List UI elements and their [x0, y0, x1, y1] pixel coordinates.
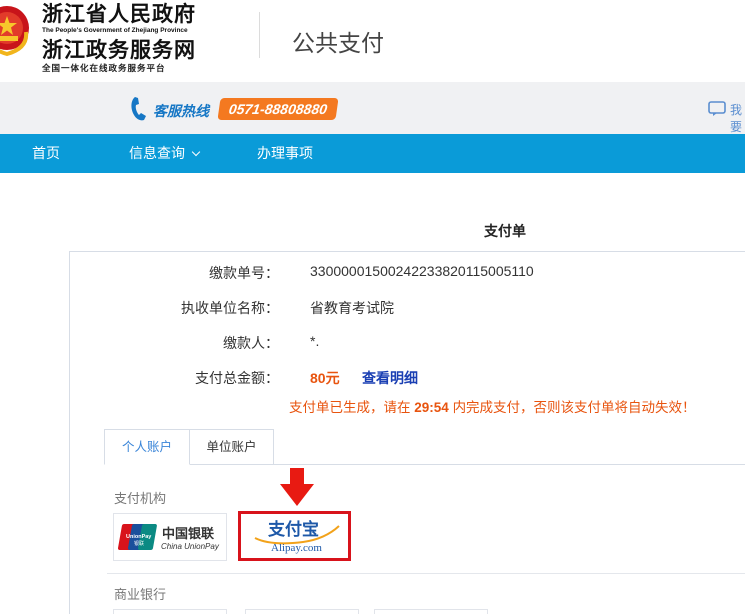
total-amount-label: 支付总金额：	[195, 370, 279, 386]
total-amount-value: 80元	[310, 370, 340, 386]
bank-option[interactable]	[374, 609, 488, 614]
alipay-logo-icon: 支付宝 Alipay.com	[254, 519, 340, 554]
payer-value: *.	[310, 333, 320, 349]
section-divider	[107, 573, 745, 574]
nav-item-matters[interactable]: 办理事项	[257, 134, 313, 173]
nav-item-home[interactable]: 首页	[32, 134, 60, 173]
chevron-down-icon	[191, 147, 201, 157]
unionpay-zh: 中国银联	[162, 526, 214, 542]
unionpay-logo-icon: UnionPay 银联 中国银联 China UnionPay	[117, 524, 220, 551]
tab-personal-account[interactable]: 个人账户	[104, 429, 190, 465]
hotline-label: 客服热线	[153, 103, 209, 119]
brand-english: The People's Government of Zhejiang Prov…	[42, 27, 188, 34]
institutions-label: 支付机构	[114, 491, 167, 506]
main-navbar: 首页 信息查询 办理事项	[0, 134, 745, 173]
hotline-number: 0571-88808880	[217, 98, 339, 120]
alipay-zh: 支付宝	[268, 519, 319, 540]
svg-text:银联: 银联	[134, 540, 144, 547]
arrow-down-icon	[280, 468, 314, 506]
payment-number-label: 缴款单号：	[209, 265, 279, 281]
payment-notice: 支付单已生成，请在 29:54 内完成支付，否则该支付单将自动失效！	[289, 396, 696, 416]
header-divider	[259, 12, 260, 58]
notice-suffix: 内完成支付，否则该支付单将自动失效！	[452, 400, 696, 415]
payment-number-value: 330000015002422338201150051​10	[310, 263, 534, 279]
alipay-option[interactable]: 支付宝 Alipay.com	[238, 511, 351, 561]
nav-item-label: 信息查询	[129, 145, 185, 161]
nav-item-label: 办理事项	[257, 145, 313, 161]
nav-item-label: 首页	[32, 145, 60, 161]
bank-option[interactable]	[113, 609, 227, 614]
hotline-bar	[0, 82, 745, 134]
chat-link[interactable]: 我要	[730, 101, 745, 135]
unionpay-option[interactable]: UnionPay 银联 中国银联 China UnionPay	[113, 513, 227, 561]
tab-unit-account[interactable]: 单位账户	[190, 429, 274, 465]
national-emblem-icon	[0, 6, 29, 57]
nav-item-info-query[interactable]: 信息查询	[129, 134, 201, 173]
alipay-en: Alipay.com	[271, 542, 322, 554]
form-title: 支付单	[484, 223, 526, 239]
site-header: 浙江省人民政府 The People's Government of Zheji…	[0, 0, 745, 82]
svg-text:UnionPay: UnionPay	[126, 534, 152, 540]
view-details-link[interactable]: 查看明细	[362, 368, 418, 388]
payee-unit-label: 执收单位名称：	[181, 300, 279, 316]
page-heading: 公共支付	[292, 30, 384, 56]
banks-label: 商业银行	[114, 587, 167, 602]
payee-unit-value: 省教育考试院	[310, 300, 394, 316]
payer-label: 缴款人：	[223, 335, 279, 351]
brand-subtitle: 浙江政务服务网	[42, 37, 196, 62]
unionpay-en: China UnionPay	[161, 542, 220, 551]
bank-option[interactable]	[245, 609, 359, 614]
chat-bubble-icon[interactable]	[708, 101, 726, 117]
notice-prefix: 支付单已生成，请在	[289, 400, 411, 415]
brand-slogan: 全国一体化在线政务服务平台	[42, 63, 166, 73]
phone-icon	[131, 97, 146, 121]
brand-block[interactable]: 浙江省人民政府 The People's Government of Zheji…	[42, 2, 196, 74]
brand-title: 浙江省人民政府	[42, 1, 196, 26]
countdown-timer: 29:54	[414, 400, 449, 415]
